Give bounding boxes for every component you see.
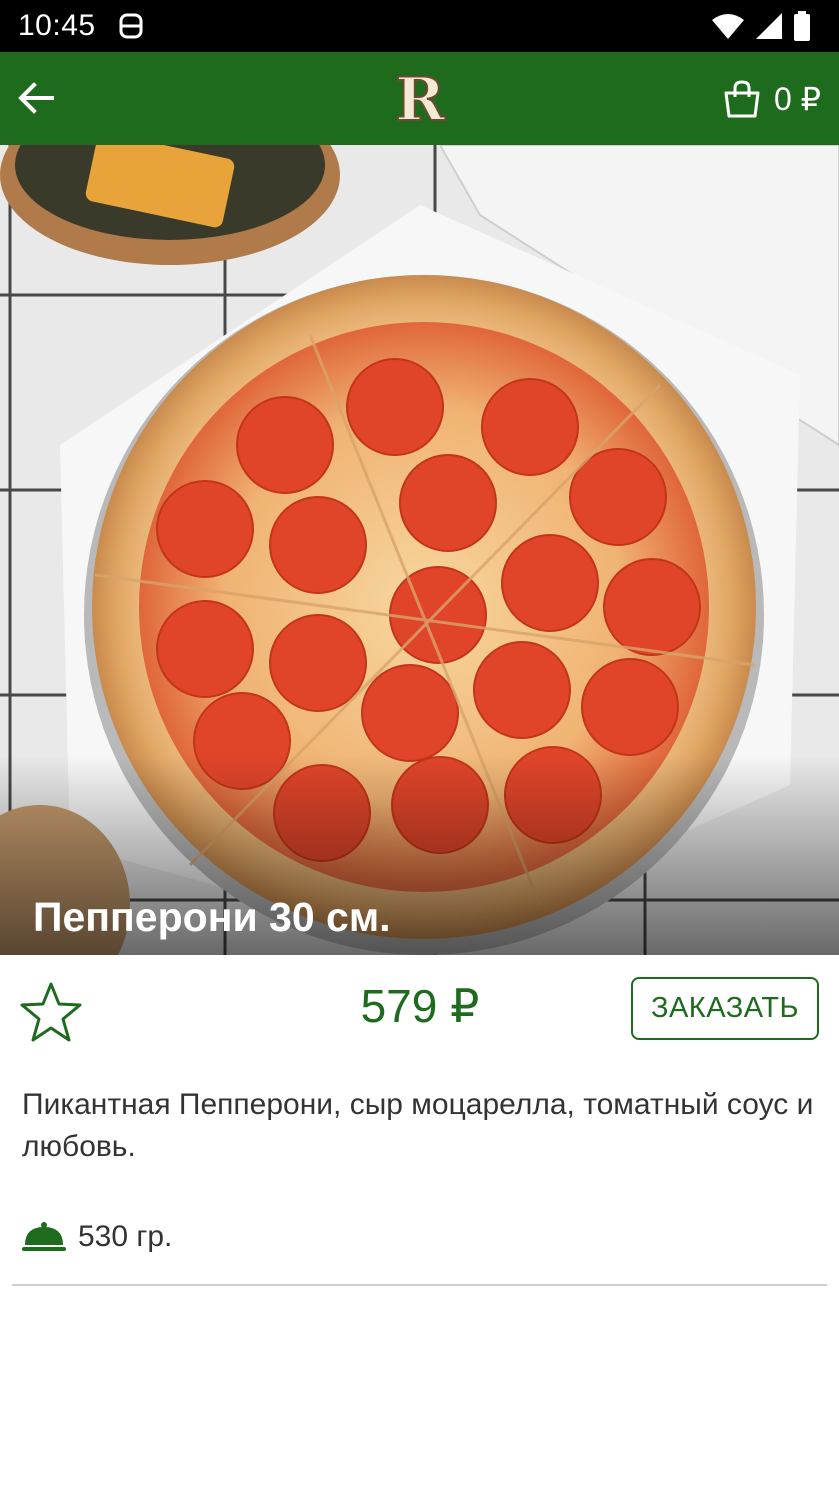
star-outline-icon — [20, 982, 82, 1042]
product-weight: 530 гр. — [22, 1215, 172, 1259]
favorite-button[interactable] — [18, 979, 84, 1045]
product-description: Пикантная Пепперони, сыр моцарелла, тома… — [22, 1088, 814, 1163]
brand-logo: R — [394, 64, 447, 134]
product-image: Пепперони 30 см. — [0, 145, 839, 955]
shopping-bag-icon — [724, 80, 760, 118]
product-title: Пепперони 30 см. — [33, 894, 391, 940]
wifi-icon — [712, 14, 744, 39]
divider — [12, 1284, 827, 1286]
battery-icon — [794, 11, 810, 41]
app-notification-icon — [119, 13, 143, 39]
cart-amount: 0 ₽ — [773, 81, 821, 117]
svg-text:R: R — [395, 65, 446, 134]
signal-icon — [756, 13, 782, 39]
status-time: 10:45 — [18, 9, 96, 42]
status-bar: 10:45 — [0, 0, 839, 52]
app-bar: R 0 ₽ — [0, 52, 839, 145]
order-button[interactable]: ЗАКАЗАТЬ — [631, 977, 819, 1040]
status-icons — [711, 10, 811, 42]
cloche-icon — [22, 1222, 66, 1251]
product-price: 579 ₽ — [360, 980, 480, 1032]
cart-button[interactable]: 0 ₽ — [722, 74, 821, 124]
weight-text: 530 гр. — [78, 1220, 173, 1253]
back-button[interactable] — [10, 72, 62, 124]
arrow-left-icon — [18, 82, 54, 114]
product-actions: 579 ₽ ЗАКАЗАТЬ — [0, 955, 839, 1060]
